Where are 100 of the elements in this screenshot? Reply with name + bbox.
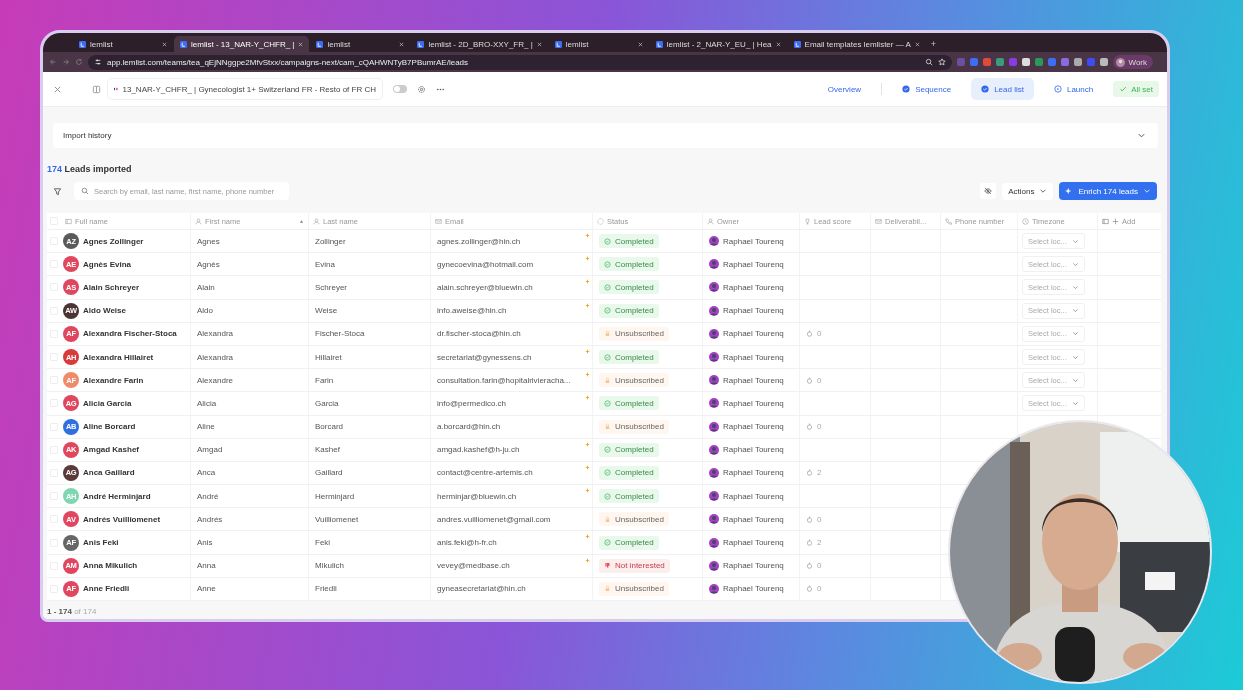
status-icon	[597, 217, 604, 225]
enrich-button[interactable]: Enrich 174 leads	[1059, 182, 1157, 200]
owner-avatar	[709, 583, 719, 594]
person-icon	[313, 217, 320, 225]
forward-icon[interactable]	[62, 58, 70, 66]
status-pill: Completed	[599, 465, 659, 480]
full-name: Agnes Zollinger	[83, 236, 144, 246]
reload-icon[interactable]	[75, 58, 83, 66]
lead-score: 0	[817, 375, 822, 385]
step-tab[interactable]: Lead list	[971, 78, 1034, 100]
step-tab[interactable]: Launch	[1043, 78, 1104, 100]
full-name: Anne Friedli	[83, 584, 130, 594]
favicon-icon	[316, 40, 324, 48]
browser-tab[interactable]: lemlist - 2_NAR-Y_EU_ | Hea	[649, 36, 787, 52]
owner-name: Raphael Tourenq	[723, 584, 784, 594]
browser-tab[interactable]: lemlist - 2D_BRO-XXY_FR_ |	[411, 36, 548, 52]
close-icon[interactable]	[536, 41, 542, 47]
close-icon[interactable]	[914, 41, 920, 47]
chevron-icon	[1071, 330, 1079, 338]
address-field[interactable]: app.lemlist.com/teams/tea_qEjNNggpe2MfvStxx/campaigns-next/cam_cQAHWNTyB7PBumrAE/leads	[88, 54, 953, 70]
table-cell: Kashef	[315, 445, 340, 455]
import-history-panel[interactable]: Import history	[53, 123, 1158, 148]
sparkle-icon	[585, 348, 590, 354]
zoom-icon[interactable]	[925, 58, 934, 66]
sparkle-icon	[585, 557, 590, 563]
sparkle-icon	[585, 256, 590, 262]
star-icon[interactable]	[938, 58, 947, 66]
email-text: a.borcard@hin.ch	[437, 422, 501, 432]
lock-icon	[604, 376, 611, 384]
sparkle-icon	[585, 464, 590, 470]
table-cell: Aline	[197, 422, 215, 432]
step-tab[interactable]: Sequence	[892, 78, 962, 100]
close-icon[interactable]	[162, 41, 167, 47]
flame-icon	[806, 376, 813, 384]
site-settings-icon[interactable]	[94, 58, 102, 66]
close-icon[interactable]	[298, 41, 304, 47]
browser-tab[interactable]: lemlist	[548, 36, 649, 52]
full-name: Andrés Vuilliomenet	[83, 514, 161, 524]
owner-name: Raphael Tourenq	[723, 561, 784, 571]
table-cell: Friedli	[315, 584, 337, 594]
play-circle-icon	[1053, 85, 1062, 93]
close-icon[interactable]	[53, 84, 62, 94]
lead-score: 2	[817, 538, 822, 548]
table-cell: Anca	[197, 468, 216, 478]
new-tab-button[interactable]: +	[926, 36, 941, 52]
plus-icon	[1112, 217, 1119, 225]
check-circle-icon	[902, 85, 911, 93]
campaign-select[interactable]: 13_NAR-Y_CHFR_ | Gynecologist 1+ Switzerland FR - Resto of FR CH	[107, 78, 383, 100]
toggle-switch[interactable]	[393, 85, 407, 93]
check-circle-icon	[604, 539, 611, 547]
sparkle-icon	[585, 488, 590, 494]
browser-tab[interactable]: Email templates lemlister — A	[787, 36, 926, 52]
full-name: Amgad Kashef	[83, 445, 139, 455]
table-cell: Garcia	[315, 398, 339, 408]
status-pill: Completed	[599, 535, 659, 550]
flame-icon	[806, 585, 813, 593]
close-icon[interactable]	[637, 41, 643, 47]
owner-avatar	[709, 305, 719, 316]
settings-icon[interactable]	[417, 84, 426, 94]
email-text: andres.vuilliomenet@gmail.com	[437, 514, 551, 524]
owner-avatar	[709, 467, 719, 478]
table-cell: Aldo	[197, 306, 213, 316]
email-text: gyneasecretariat@hin.ch	[437, 584, 526, 594]
status-pill: Unsubscribed	[599, 512, 669, 527]
owner-name: Raphael Tourenq	[723, 352, 784, 362]
sidebar-icon[interactable]	[92, 84, 101, 94]
full-name: Anca Gaillard	[83, 468, 135, 478]
email-text: secretariat@gynessens.ch	[437, 352, 532, 362]
step-tab[interactable]: Overview	[817, 78, 872, 100]
actions-dropdown[interactable]: Actions	[1002, 182, 1054, 200]
full-name: Aldo Weise	[83, 306, 126, 316]
browser-tab[interactable]: lemlist - 13_NAR-Y_CHFR_ |	[174, 36, 310, 52]
table-cell: Amgad	[197, 445, 223, 455]
lead-score: 0	[817, 329, 822, 339]
owner-avatar	[709, 352, 719, 363]
close-icon[interactable]	[775, 41, 781, 47]
campaign-name: 13_NAR-Y_CHFR_ | Gynecologist 1+ Switzerland FR - Resto of FR CH	[122, 84, 376, 94]
email-text: dr.fischer-stoca@hin.ch	[437, 329, 521, 339]
browser-tab[interactable]: lemlist	[310, 36, 411, 52]
flame-icon	[806, 515, 813, 523]
search-icon	[81, 187, 89, 195]
full-name: Alexandra Hillairet	[83, 352, 154, 362]
email-text: herminjar@bluewin.ch	[437, 491, 517, 501]
profile-button[interactable]: Work	[1113, 55, 1153, 69]
back-icon[interactable]	[49, 58, 57, 66]
chevron-icon	[1071, 260, 1079, 268]
status-pill: Unsubscribed	[599, 419, 669, 434]
check-circle-icon	[981, 85, 990, 93]
filter-icon[interactable]	[53, 186, 62, 196]
status-pill: Completed	[599, 280, 659, 295]
hide-columns-button[interactable]	[980, 183, 997, 199]
chevron-icon	[1071, 353, 1079, 361]
leads-heading: 174 Leads imported	[47, 164, 133, 174]
lock-icon	[604, 515, 611, 523]
eye-off-icon	[984, 187, 993, 195]
browser-tab[interactable]: lemlist	[73, 36, 173, 52]
status-pill: Unsubscribed	[599, 373, 669, 388]
close-icon[interactable]	[399, 41, 405, 47]
chevron-icon	[1071, 399, 1079, 407]
favicon-icon	[417, 40, 425, 48]
